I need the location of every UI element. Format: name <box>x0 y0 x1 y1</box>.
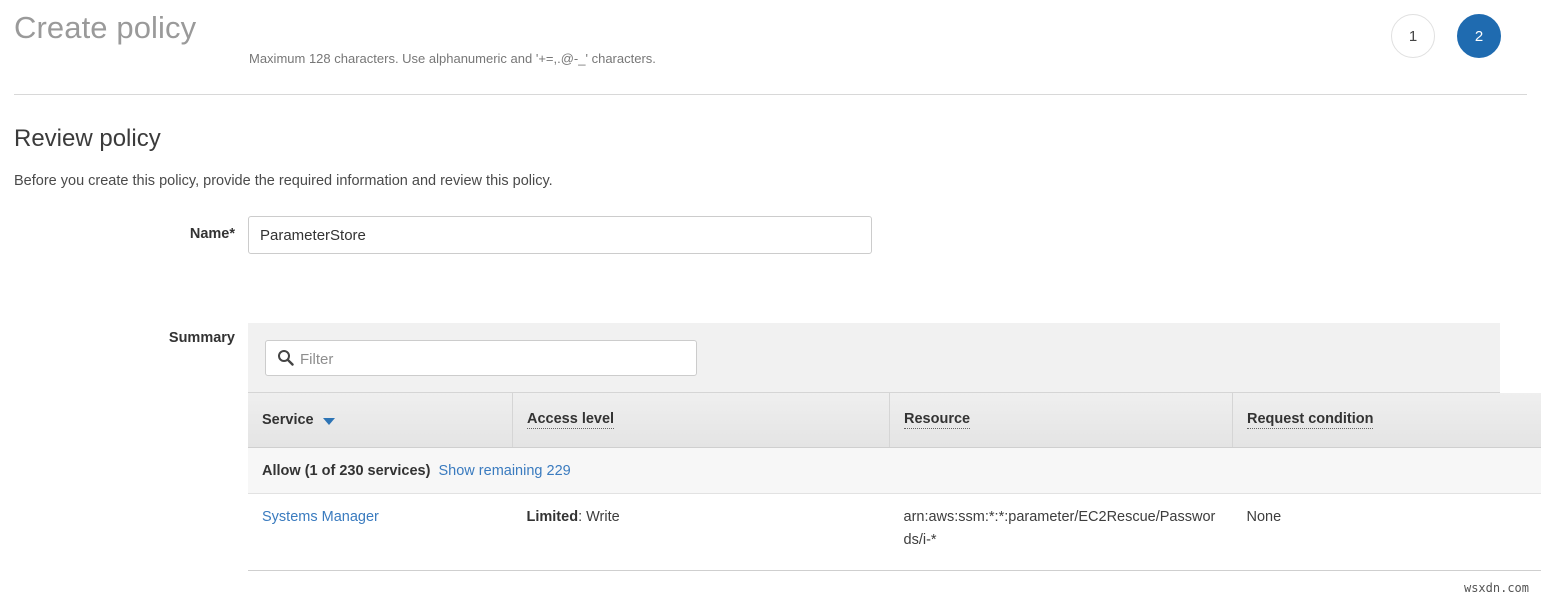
step-indicator-1[interactable]: 1 <box>1391 14 1435 58</box>
cell-access-level: Limited: Write <box>513 494 890 571</box>
section-description: Before you create this policy, provide t… <box>14 171 553 191</box>
step-indicator-1-label: 1 <box>1409 28 1417 45</box>
column-header-request-condition-label: Request condition <box>1247 411 1373 429</box>
sort-desc-icon[interactable] <box>323 418 335 425</box>
summary-label: Summary <box>40 330 235 346</box>
filter-input-wrapper[interactable] <box>265 340 697 376</box>
column-header-access-level[interactable]: Access level <box>513 393 890 448</box>
column-header-access-level-label: Access level <box>527 411 614 429</box>
name-field-hint: Maximum 128 characters. Use alphanumeric… <box>249 50 656 68</box>
column-header-resource-label: Resource <box>904 411 970 429</box>
step-indicator-2-label: 2 <box>1475 28 1483 45</box>
column-header-resource[interactable]: Resource <box>890 393 1233 448</box>
service-link-systems-manager[interactable]: Systems Manager <box>262 509 379 525</box>
summary-table-header-row: Service Access level Resource Request co… <box>248 393 1541 448</box>
access-level-strong: Limited <box>527 509 579 525</box>
allow-group-row: Allow (1 of 230 services) Show remaining… <box>248 448 1541 494</box>
column-header-service-label: Service <box>262 412 314 428</box>
step-indicator: 1 2 <box>1391 14 1501 58</box>
header-divider <box>14 94 1527 95</box>
name-field-label: Name* <box>40 226 235 242</box>
filter-input[interactable] <box>298 341 694 377</box>
cell-service: Systems Manager <box>248 494 513 571</box>
show-remaining-services-link[interactable]: Show remaining 229 <box>439 463 571 479</box>
resource-arn: arn:aws:ssm:*:*:parameter/EC2Rescue/Pass… <box>904 509 1216 548</box>
table-row: Systems Manager Limited: Write arn:aws:s… <box>248 494 1541 571</box>
watermark: wsxdn.com <box>1464 581 1529 595</box>
access-level-rest: : Write <box>578 509 620 525</box>
page-title: Create policy <box>14 6 196 50</box>
column-header-request-condition[interactable]: Request condition <box>1233 393 1541 448</box>
allow-group-cell: Allow (1 of 230 services) Show remaining… <box>248 448 1541 494</box>
summary-panel: Service Access level Resource Request co… <box>248 323 1500 571</box>
name-form-row: Name* <box>0 216 1541 276</box>
cell-request-condition: None <box>1233 494 1541 571</box>
summary-table-head: Service Access level Resource Request co… <box>248 393 1541 448</box>
summary-table: Service Access level Resource Request co… <box>248 393 1541 571</box>
section-title: Review policy <box>14 123 161 155</box>
summary-table-body: Allow (1 of 230 services) Show remaining… <box>248 448 1541 571</box>
page-header: Create policy 1 2 <box>0 0 1541 94</box>
cell-resource: arn:aws:ssm:*:*:parameter/EC2Rescue/Pass… <box>890 494 1233 571</box>
allow-group-label: Allow (1 of 230 services) <box>262 463 430 479</box>
policy-name-input[interactable] <box>248 216 872 254</box>
filter-bar <box>248 323 1500 393</box>
column-header-service[interactable]: Service <box>248 393 513 448</box>
search-icon <box>277 349 294 366</box>
step-indicator-2[interactable]: 2 <box>1457 14 1501 58</box>
request-condition-value: None <box>1247 509 1282 525</box>
